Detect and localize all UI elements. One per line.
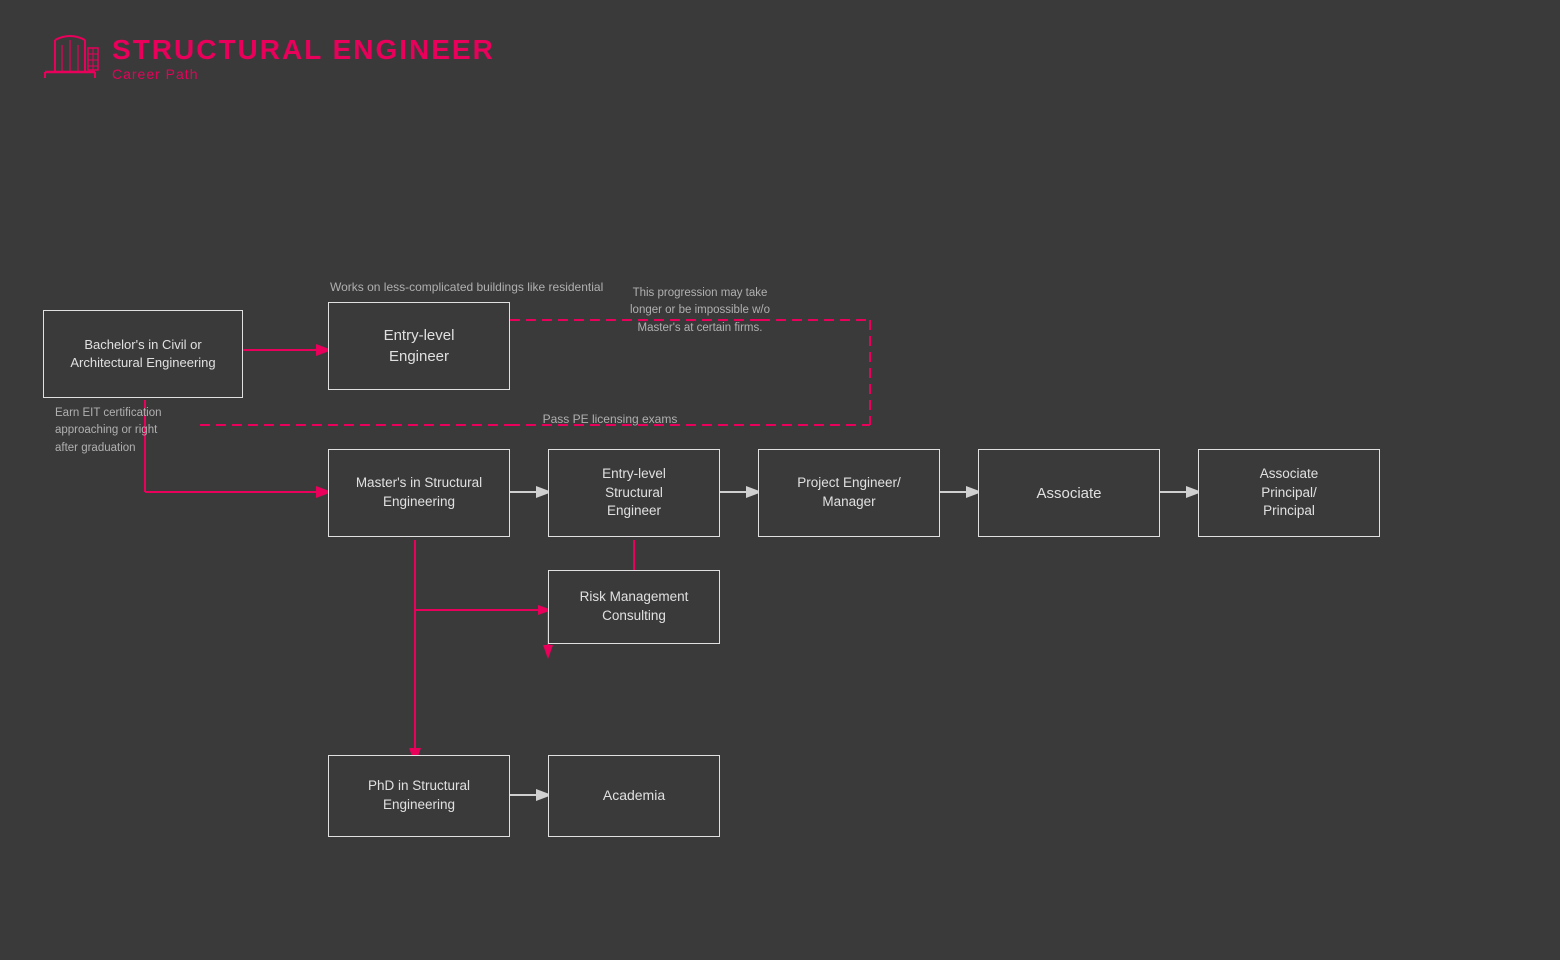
project-manager-box: Project Engineer/ Manager [758,449,940,537]
associate-box: Associate [978,449,1160,537]
associate-principal-box: Associate Principal/ Principal [1198,449,1380,537]
pass-pe-annotation: Pass PE licensing exams [520,410,700,428]
entry-structural-box: Entry-level Structural Engineer [548,449,720,537]
bachelors-box: Bachelor's in Civil or Architectural Eng… [43,310,243,398]
masters-box: Master's in Structural Engineering [328,449,510,537]
phd-box: PhD in Structural Engineering [328,755,510,837]
entry-level-engineer-box: Entry-level Engineer [328,302,510,390]
risk-management-box: Risk Management Consulting [548,570,720,644]
progression-annotation: This progression may take longer or be i… [590,285,810,337]
academia-box: Academia [548,755,720,837]
earn-eit-annotation: Earn EIT certification approaching or ri… [55,405,245,457]
diagram: Bachelor's in Civil or Architectural Eng… [0,0,1560,960]
works-on-buildings-annotation: Works on less-complicated buildings like… [330,278,620,296]
